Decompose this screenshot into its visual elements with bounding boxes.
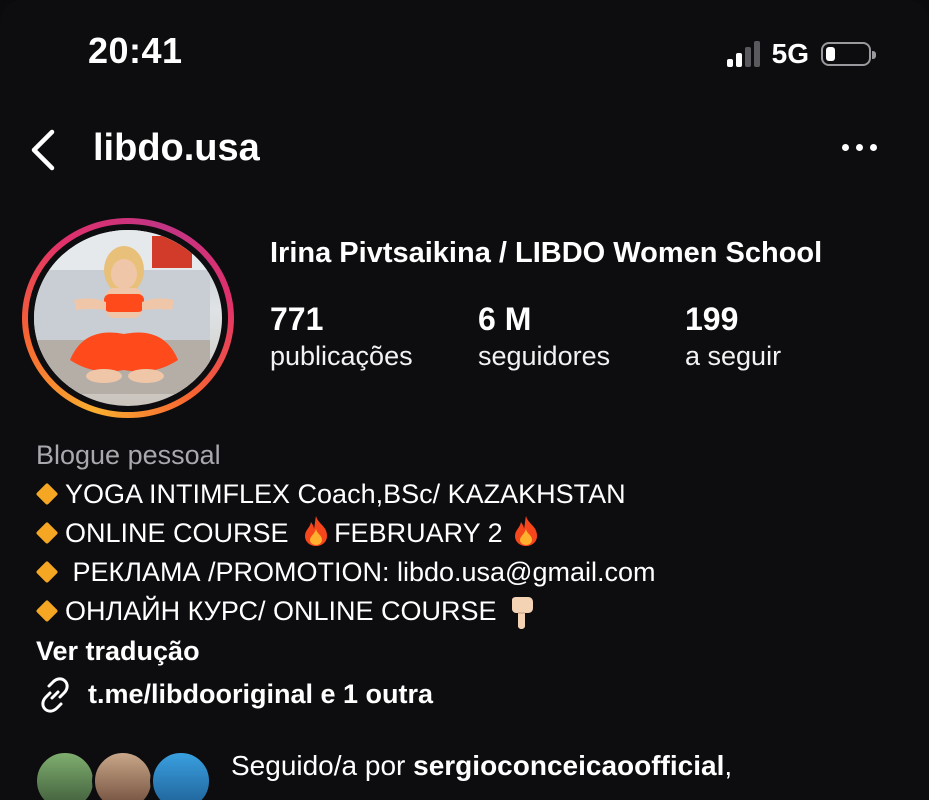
status-icons: 5G <box>726 38 876 70</box>
more-button[interactable] <box>838 134 881 161</box>
link-icon <box>41 676 69 713</box>
bio-line: ONLINE COURSE FEBRUARY 2 <box>35 514 656 553</box>
avatar <box>92 750 154 800</box>
posts-stat[interactable]: 771 publicações <box>270 300 413 374</box>
avatar-photo <box>34 230 222 406</box>
profile-avatar[interactable] <box>22 218 234 418</box>
followers-stat[interactable]: 6 M seguidores <box>478 300 610 374</box>
bio-line: РЕКЛАМА /PROMOTION: libdo.usa@gmail.com <box>35 553 656 592</box>
diamond-icon <box>35 600 59 623</box>
following-label: a seguir <box>685 341 782 371</box>
more-icon <box>842 144 849 151</box>
battery-icon <box>821 42 876 66</box>
posts-label: publicações <box>270 341 413 371</box>
posts-count: 771 <box>270 301 324 337</box>
profile-screen: 20:41 5G libdo.usa Irina Pivtsaikina / L… <box>0 0 929 800</box>
followers-count: 6 M <box>478 301 532 337</box>
signal-icon <box>726 41 760 67</box>
status-time: 20:41 <box>88 30 183 71</box>
chevron-left-icon <box>31 129 55 171</box>
profile-username: libdo.usa <box>93 127 260 169</box>
diamond-icon <box>35 522 59 545</box>
fire-icon <box>305 516 328 546</box>
mutual-followers-avatars[interactable] <box>34 750 224 800</box>
avatar <box>150 750 212 800</box>
bio-line: YOGA INTIMFLEX Coach,BSc/ KAZAKHSTAN <box>35 475 656 514</box>
see-translation-button[interactable]: Ver tradução <box>36 632 656 671</box>
diamond-icon <box>35 561 59 584</box>
following-count: 199 <box>685 301 739 337</box>
following-stat[interactable]: 199 a seguir <box>685 300 781 374</box>
profile-full-name: Irina Pivtsaikina / LIBDO Women School <box>270 237 823 269</box>
followers-label: seguidores <box>478 341 611 371</box>
network-label: 5G <box>771 38 809 69</box>
fire-icon <box>515 516 538 546</box>
profile-link-text: t.me/libdooriginal e 1 outra <box>88 679 434 709</box>
pointing-down-icon <box>512 597 534 629</box>
bio-line: ОНЛАЙН КУРС/ ONLINE COURSE <box>35 592 656 631</box>
followed-by-text[interactable]: Seguido/a por sergioconceicaoofficial, <box>231 750 732 782</box>
back-button[interactable] <box>26 128 66 172</box>
diamond-icon <box>35 483 59 506</box>
profile-category: Blogue pessoal <box>36 440 221 470</box>
profile-bio: Blogue pessoal YOGA INTIMFLEX Coach,BSc/… <box>35 436 656 714</box>
followed-by-username: sergioconceicaoofficial <box>413 750 725 781</box>
profile-link[interactable]: t.me/libdooriginal e 1 outra <box>36 675 656 714</box>
avatar <box>34 750 96 800</box>
